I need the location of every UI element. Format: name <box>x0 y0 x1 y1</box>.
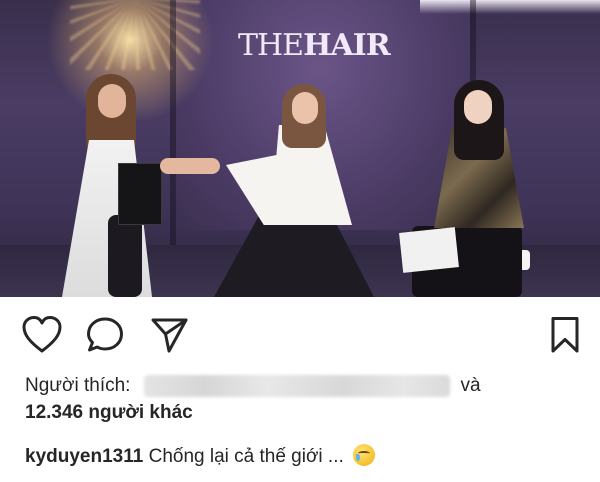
caption-username[interactable]: kyduyen1311 <box>25 446 143 467</box>
bookmark-icon[interactable] <box>550 316 580 354</box>
handshake <box>160 158 220 174</box>
crying-face-emoji-icon <box>353 444 376 466</box>
likes-count[interactable]: 12.346 người khác <box>25 400 585 426</box>
paper-plane-icon[interactable] <box>150 316 190 354</box>
light-rays <box>70 0 200 70</box>
contestant-leg <box>108 215 142 297</box>
show-logo-hair: HAIR <box>303 28 391 63</box>
comment-bubble-icon[interactable] <box>86 316 126 354</box>
likes-summary: Người thích: và 12.346 người khác <box>25 373 585 426</box>
likes-and: và <box>460 375 481 396</box>
contestant-face <box>98 84 126 118</box>
judge-face <box>292 92 318 124</box>
contestant-folder <box>118 163 162 225</box>
show-logo-the: THE <box>238 28 304 63</box>
blurred-overlay <box>420 0 600 14</box>
caption-text: Chống lại cả thế giới ... <box>148 446 344 467</box>
likes-prefix: Người thích: <box>25 375 131 396</box>
blurred-liker-names <box>144 374 451 397</box>
heart-icon[interactable] <box>22 316 62 354</box>
show-logo: THEHAIR <box>238 28 391 63</box>
post-action-bar <box>0 312 600 358</box>
post-caption: kyduyen1311 Chống lại cả thế giới ... <box>25 443 585 471</box>
host-paper <box>399 227 459 273</box>
host-face <box>464 90 492 124</box>
post-photo[interactable]: THEHAIR <box>0 0 600 297</box>
